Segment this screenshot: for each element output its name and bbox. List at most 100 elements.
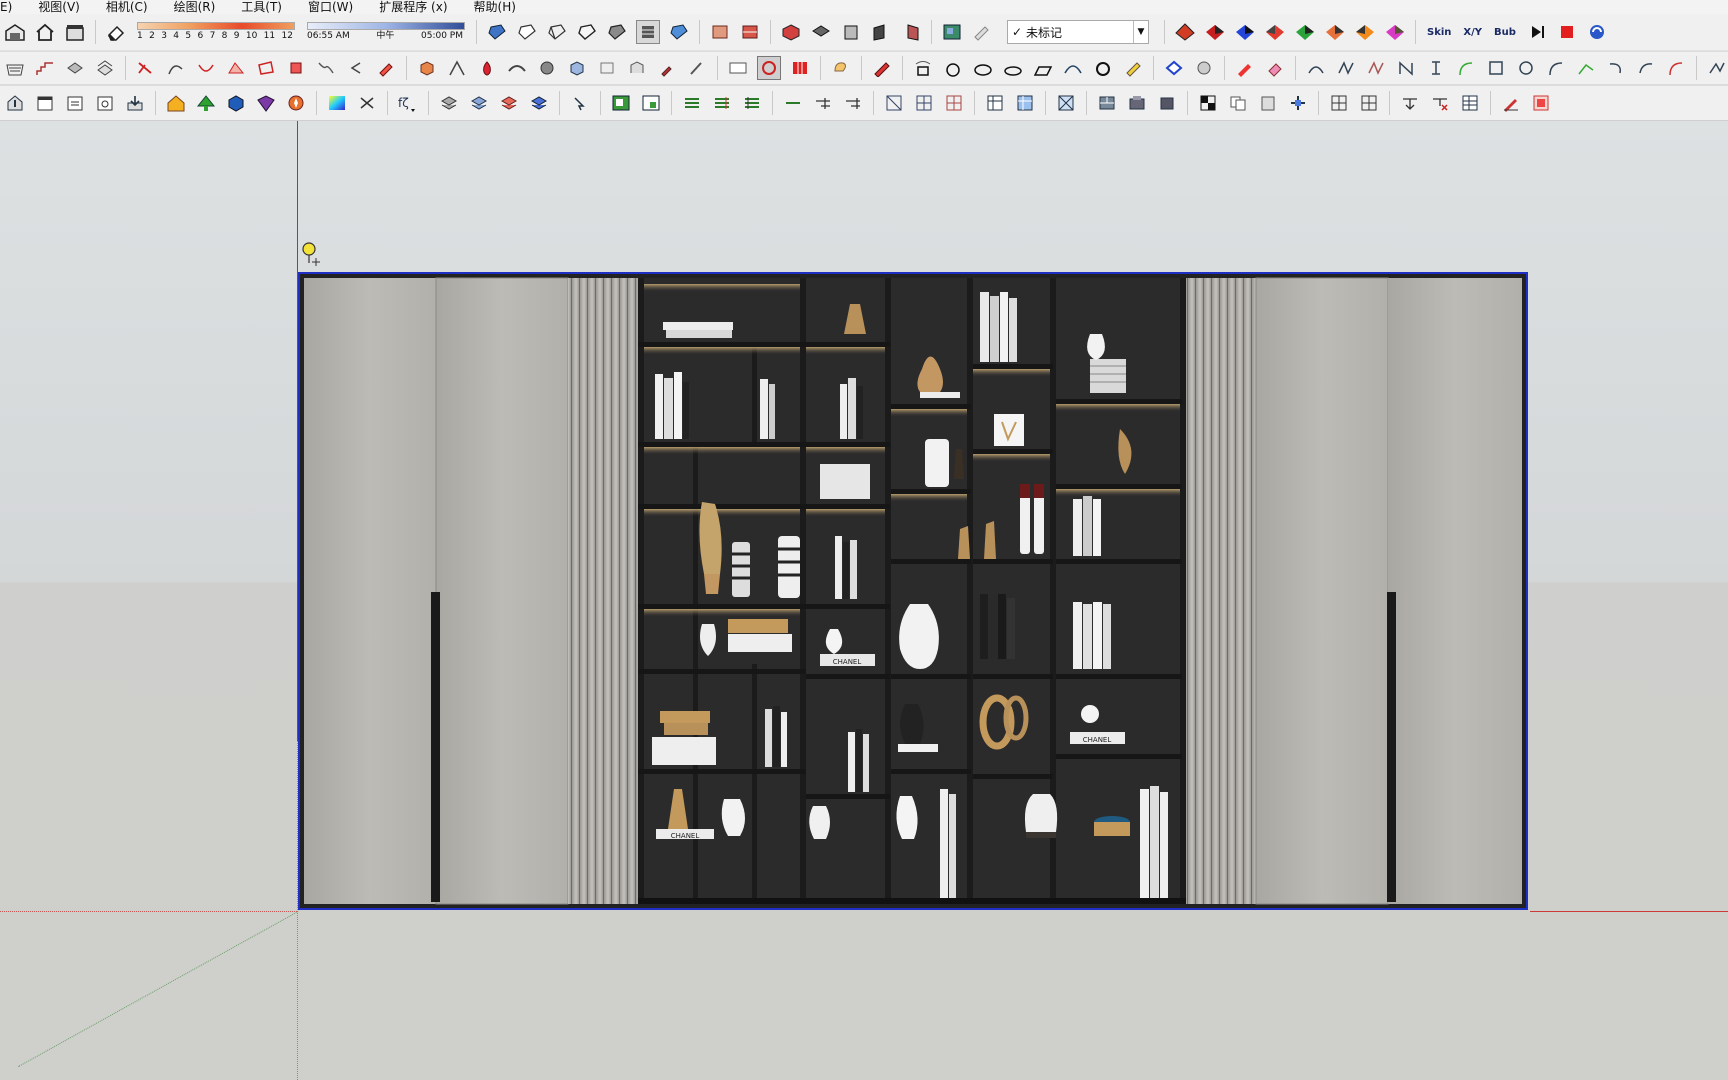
top-view-icon[interactable] [810,21,832,43]
eraser-shadow-icon[interactable] [105,21,127,43]
paste-icon[interactable] [1257,92,1279,114]
color-palette-icon[interactable] [326,92,348,114]
style-wireframe-icon[interactable] [546,21,568,43]
brick-2-icon[interactable] [1126,92,1148,114]
chevron-left-icon[interactable] [345,57,367,79]
pen-red-icon[interactable] [375,57,397,79]
dim-line-2-icon[interactable] [842,92,864,114]
house-yellow-icon[interactable] [165,92,187,114]
box-orange-icon[interactable] [416,57,438,79]
line-red-icon[interactable] [135,57,157,79]
layer-stack-1-icon[interactable] [438,92,460,114]
frame-4-icon[interactable] [1328,92,1350,114]
grid-red-icon[interactable] [789,57,811,79]
window-grid-icon[interactable] [984,92,1006,114]
edit-pencil-icon[interactable] [1500,92,1522,114]
scale-down-icon[interactable] [640,92,662,114]
curve-tool-icon[interactable] [195,57,217,79]
import-icon[interactable] [124,92,146,114]
wave-blue-icon[interactable] [1062,57,1084,79]
i-beam-icon[interactable] [1425,57,1447,79]
window-blue-icon[interactable] [1014,92,1036,114]
export-icon[interactable] [4,92,26,114]
zigzag-red-icon[interactable] [1365,57,1387,79]
orange-gem-icon[interactable] [1324,21,1346,43]
panel-grid-icon[interactable] [1055,92,1077,114]
tree-green-icon[interactable] [195,92,217,114]
frame-4b-icon[interactable] [1358,92,1380,114]
component-warehouse-icon[interactable] [64,21,86,43]
menu-tools[interactable]: 工具(T) [229,0,296,14]
arc-corner-icon[interactable] [1545,57,1567,79]
stop-icon[interactable] [1556,21,1578,43]
diamond-blue-icon[interactable] [1163,57,1185,79]
style-shaded-icon[interactable] [606,21,628,43]
align-lines-1-icon[interactable] [681,92,703,114]
menu-view[interactable]: 视图(V) [26,0,94,14]
parallelogram-icon[interactable] [1032,57,1054,79]
shadow-time-slider[interactable]: 06:55 AM 中午 05:00 PM [307,17,465,47]
chevron-down-icon[interactable]: ▼ [1133,21,1148,43]
badge-icon[interactable] [727,57,749,79]
vertex-red-icon[interactable] [285,57,307,79]
left-view-icon[interactable] [900,21,922,43]
skin-button[interactable]: Skin [1427,27,1451,38]
red-gem-icon[interactable] [1264,21,1286,43]
arc-right-icon[interactable] [1635,57,1657,79]
dim-delete-icon[interactable] [1429,92,1451,114]
flame-red-icon[interactable] [476,57,498,79]
line-green-icon[interactable] [1575,57,1597,79]
zigzag-icon[interactable] [1335,57,1357,79]
layer-stack-3-icon[interactable] [498,92,520,114]
push-icon[interactable] [596,57,618,79]
amber-gem-icon[interactable] [1354,21,1376,43]
cabinet-model[interactable]: CHANEL CHANEL CHANEL [298,272,1528,910]
scene-map-icon[interactable] [941,21,963,43]
bub-button[interactable]: Bub [1494,27,1516,38]
report-icon[interactable] [64,92,86,114]
left-door-2[interactable] [435,277,569,905]
lemon-icon[interactable] [1122,57,1144,79]
iso-view-icon[interactable] [780,21,802,43]
tag-dropdown[interactable]: ✓ 未标记 ▼ [1007,20,1149,44]
arc-tool-icon[interactable] [165,57,187,79]
close-box-icon[interactable] [1530,92,1552,114]
scale-up-icon[interactable] [610,92,632,114]
circle-shape-icon[interactable] [942,57,964,79]
style-xray-icon[interactable] [486,21,508,43]
copy-icon[interactable] [1227,92,1249,114]
shape-red-icon[interactable] [255,57,277,79]
table-icon[interactable] [1459,92,1481,114]
menu-extensions[interactable]: 扩展程序 (x) [367,0,461,14]
pencil-red-icon[interactable] [871,57,893,79]
front-view-icon[interactable] [840,21,862,43]
left-door-1[interactable] [304,278,436,904]
warehouse-icon[interactable] [4,21,26,43]
move-axis-icon[interactable] [1287,92,1309,114]
time-gradient-bar[interactable] [307,22,465,30]
sphere-gray-icon[interactable] [536,57,558,79]
grid-diag-icon[interactable] [883,92,905,114]
stairs-icon[interactable] [34,57,56,79]
font-dropdown-icon[interactable]: fζ [397,92,419,114]
arc-up-icon[interactable] [1305,57,1327,79]
left-door-handle[interactable] [431,592,440,902]
spline-icon[interactable] [315,57,337,79]
menu-draw[interactable]: 绘图(R) [162,0,230,14]
gem-purple-icon[interactable] [255,92,277,114]
square-outline-icon[interactable] [1485,57,1507,79]
lasso-icon[interactable] [830,57,852,79]
arc-green-icon[interactable] [1455,57,1477,79]
grid-4-icon[interactable] [913,92,935,114]
stack-icon[interactable] [94,57,116,79]
dropper-icon[interactable] [656,57,678,79]
green-gem-icon[interactable] [1294,21,1316,43]
model-viewport[interactable]: CHANEL CHANEL CHANEL [0,121,1728,1080]
axis-tool-icon[interactable] [1174,21,1196,43]
right-door-1[interactable] [1255,277,1389,905]
hook-icon[interactable] [1605,57,1627,79]
brush-icon[interactable] [686,57,708,79]
align-lines-3-icon[interactable] [741,92,763,114]
cube-darkblue-icon[interactable] [225,92,247,114]
layers-icon[interactable] [64,57,86,79]
